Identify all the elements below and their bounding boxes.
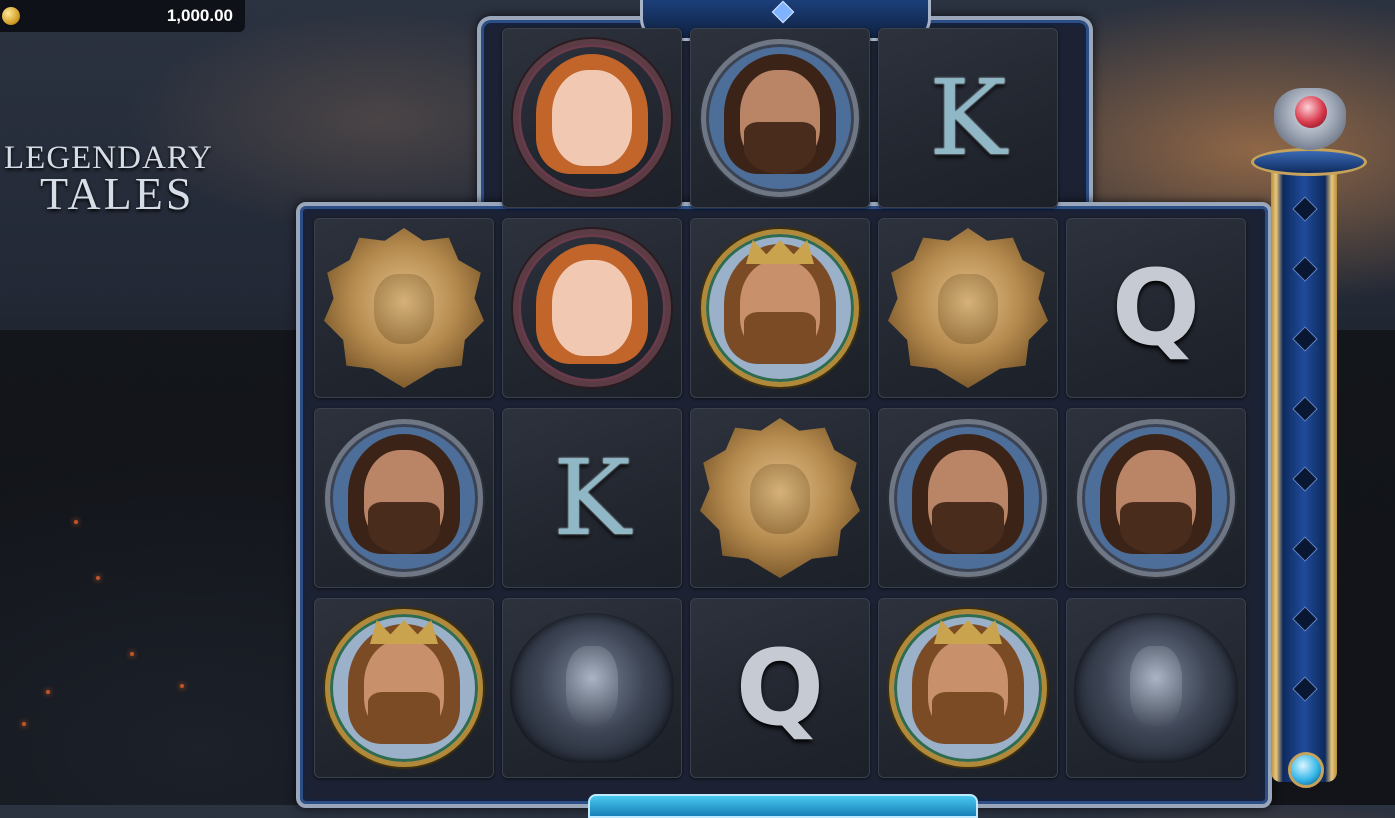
warrior-symbol-icon [698,36,862,200]
q-symbol-icon: Q [1074,226,1238,390]
ember [74,520,78,524]
blue-orb-icon [1288,752,1324,788]
reel-cell [502,28,682,208]
reel-cell: K [502,408,682,588]
balance-bar: 1,000.00 [0,0,245,32]
dragon-symbol-icon [1074,606,1238,770]
ember [96,576,100,580]
reel-cell [690,28,870,208]
reel-cell: K [878,28,1058,208]
balance-value: 1,000.00 [166,6,233,25]
k-letter: K [553,437,631,559]
reel-cell [878,408,1058,588]
lion-symbol-icon [322,226,486,390]
warrior-symbol-icon [1074,416,1238,580]
reel-cell [502,218,682,398]
q-letter: Q [735,627,825,749]
reel-cell [690,408,870,588]
king-symbol-icon [886,606,1050,770]
reel-cell [878,218,1058,398]
k-symbol-icon: K [886,36,1050,200]
crest-gem-icon [771,0,795,24]
game-logo: LEGENDARY TALES [4,140,234,220]
gold-coin-icon [2,7,20,25]
ruby-ring-icon [1274,88,1346,150]
reel-cell [878,598,1058,778]
ember [180,684,184,688]
queen-symbol-icon [510,226,674,390]
ember [130,652,134,656]
king-symbol-icon [322,606,486,770]
lion-symbol-icon [698,416,862,580]
q-letter: Q [1111,247,1201,369]
dragon-symbol-icon [510,606,674,770]
reel-cell [1066,408,1246,588]
bottom-control-panel[interactable] [588,794,978,818]
king-symbol-icon [698,226,862,390]
lion-symbol-icon [886,226,1050,390]
warrior-symbol-icon [886,416,1050,580]
queen-symbol-icon [510,36,674,200]
reel-cell [314,408,494,588]
meter-cap [1251,148,1367,176]
q-symbol-icon: Q [698,606,862,770]
ember [22,722,26,726]
reel-cell [314,598,494,778]
reel-cell: Q [1066,218,1246,398]
reel-cell: Q [690,598,870,778]
k-letter: K [929,57,1007,179]
reel-cell [1066,598,1246,778]
reel-cell [314,218,494,398]
warrior-symbol-icon [322,416,486,580]
ember [46,690,50,694]
reel-cell [502,598,682,778]
k-symbol-icon: K [510,416,674,580]
reel-cell [690,218,870,398]
